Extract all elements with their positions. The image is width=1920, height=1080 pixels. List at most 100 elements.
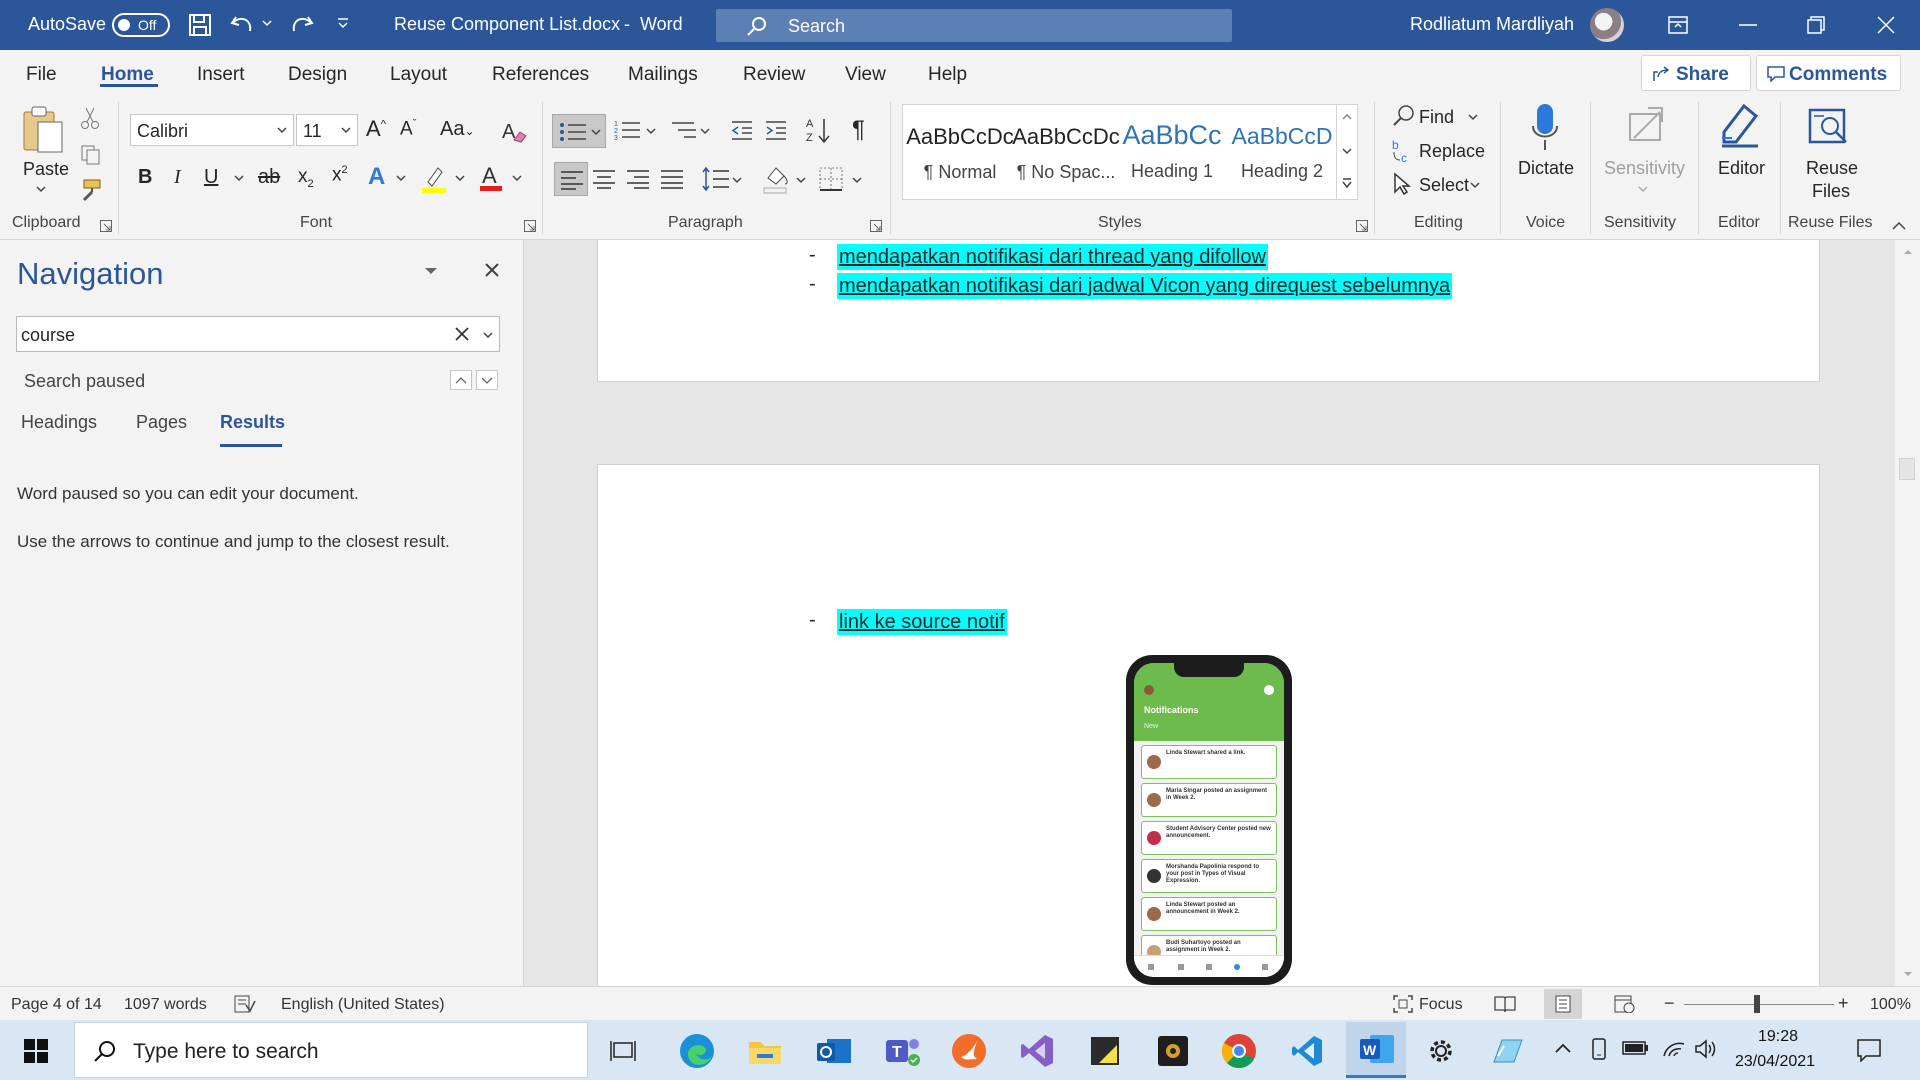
windows-start-icon[interactable] <box>13 1028 59 1074</box>
reuse-label-1[interactable]: Reuse <box>1806 158 1858 179</box>
word-count[interactable]: 1097 words <box>124 996 207 1014</box>
superscript-icon[interactable]: x2 <box>332 164 348 186</box>
zoom-slider-thumb[interactable] <box>1754 995 1760 1013</box>
line-spacing-icon[interactable] <box>700 166 730 192</box>
autosave-toggle[interactable]: Off <box>112 13 170 37</box>
search-options-icon[interactable] <box>483 331 493 339</box>
chevron-down-icon[interactable] <box>1470 181 1480 189</box>
font-launcher-icon[interactable] <box>524 220 536 232</box>
collapse-ribbon-icon[interactable] <box>1892 221 1906 231</box>
settings-gear-icon[interactable] <box>1418 1028 1464 1074</box>
paste-label[interactable]: Paste <box>23 159 69 180</box>
chevron-down-icon[interactable] <box>732 176 742 184</box>
share-button[interactable]: Share <box>1641 55 1751 91</box>
tab-mailings[interactable]: Mailings <box>628 64 698 86</box>
reuse-label-2[interactable]: Files <box>1812 181 1850 202</box>
zoom-out-button[interactable]: − <box>1664 993 1675 1014</box>
bullets-button[interactable] <box>552 114 606 148</box>
replace-icon[interactable]: bc <box>1390 138 1414 164</box>
avatar[interactable] <box>1590 8 1624 42</box>
paste-icon[interactable] <box>20 104 66 156</box>
zoom-level[interactable]: 100% <box>1870 996 1911 1014</box>
show-hidden-icons-icon[interactable] <box>1554 1042 1572 1054</box>
microphone-icon[interactable] <box>1530 102 1560 152</box>
nav-tab-pages[interactable]: Pages <box>136 412 187 433</box>
chevron-up-icon[interactable] <box>1342 113 1352 121</box>
file-explorer-icon[interactable] <box>742 1028 788 1074</box>
find-label[interactable]: Find <box>1419 107 1454 128</box>
teams-icon[interactable]: T <box>880 1028 926 1074</box>
tab-help[interactable]: Help <box>928 64 967 86</box>
strikethrough-icon[interactable]: ab <box>258 166 280 189</box>
battery-icon[interactable] <box>1622 1040 1650 1056</box>
navigation-search-input[interactable]: course <box>16 316 500 352</box>
style-no-spacing[interactable]: AaBbCcDc ¶ No Spac... <box>1012 110 1120 198</box>
notification-center-icon[interactable] <box>1856 1038 1882 1062</box>
clear-search-icon[interactable] <box>455 327 469 341</box>
grow-font-icon[interactable]: A^ <box>366 116 386 142</box>
redo-icon[interactable] <box>288 13 314 37</box>
page-count[interactable]: Page 4 of 14 <box>11 996 102 1014</box>
device-icon[interactable] <box>1590 1038 1608 1060</box>
text-effects-icon[interactable]: A <box>368 163 385 191</box>
undo-dropdown-icon[interactable] <box>262 19 272 27</box>
title-search-box[interactable]: Search <box>716 9 1232 42</box>
reuse-files-icon[interactable] <box>1806 104 1850 148</box>
select-label[interactable]: Select <box>1419 175 1469 196</box>
phone-screenshot-image[interactable]: Notifications New Linda Stewart shared a… <box>1126 655 1292 985</box>
replace-label[interactable]: Replace <box>1419 141 1485 162</box>
swift-playgrounds-icon[interactable] <box>946 1028 992 1074</box>
bold-icon[interactable]: B <box>138 166 152 189</box>
wifi-icon[interactable] <box>1662 1038 1686 1058</box>
font-name-combo[interactable]: Calibri <box>130 114 294 146</box>
pane-options-icon[interactable] <box>424 266 438 276</box>
font-size-combo[interactable]: 11 <box>296 114 358 146</box>
styles-launcher-icon[interactable] <box>1356 220 1368 232</box>
decrease-indent-icon[interactable] <box>730 120 754 140</box>
align-left-button[interactable] <box>554 162 588 196</box>
numbering-icon[interactable]: 123 <box>614 120 642 140</box>
snipping-tool-icon[interactable] <box>1484 1028 1530 1074</box>
chevron-down-icon[interactable] <box>646 127 656 135</box>
proofing-icon[interactable] <box>234 995 256 1013</box>
clipboard-launcher-icon[interactable] <box>100 220 112 232</box>
chevron-down-icon[interactable] <box>396 174 406 182</box>
align-center-icon[interactable] <box>592 169 616 189</box>
restore-icon[interactable] <box>1786 0 1846 50</box>
nav-tab-results[interactable]: Results <box>220 412 285 433</box>
app-icon[interactable] <box>1150 1028 1196 1074</box>
document-page[interactable]: - mendapatkan notifikasi dari thread yan… <box>597 240 1820 382</box>
font-color-icon[interactable]: A <box>478 162 504 192</box>
cut-icon[interactable] <box>80 106 100 130</box>
paste-dropdown-icon[interactable] <box>36 185 46 193</box>
format-painter-icon[interactable] <box>78 178 102 202</box>
previous-result-button[interactable] <box>450 370 472 390</box>
vscode-icon[interactable] <box>1284 1028 1330 1074</box>
taskbar-search-box[interactable]: Type here to search <box>74 1022 588 1078</box>
zoom-in-button[interactable]: + <box>1838 993 1849 1014</box>
tab-layout[interactable]: Layout <box>390 64 447 86</box>
vertical-scrollbar[interactable] <box>1895 240 1920 986</box>
justify-icon[interactable] <box>660 169 684 189</box>
chevron-down-icon[interactable] <box>796 176 806 184</box>
next-result-button[interactable] <box>476 370 498 390</box>
chevron-down-icon[interactable] <box>455 174 465 182</box>
word-taskbar-button[interactable]: W <box>1346 1022 1406 1078</box>
visual-studio-icon[interactable] <box>1014 1028 1060 1074</box>
nav-tab-headings[interactable]: Headings <box>21 412 97 433</box>
language[interactable]: English (United States) <box>281 996 445 1014</box>
align-right-icon[interactable] <box>626 169 650 189</box>
tab-home[interactable]: Home <box>101 64 154 86</box>
tab-references[interactable]: References <box>492 64 589 86</box>
scroll-down-icon[interactable] <box>1903 970 1913 978</box>
style-heading-2[interactable]: AaBbCcD Heading 2 <box>1226 110 1338 198</box>
copy-icon[interactable] <box>80 144 102 166</box>
undo-icon[interactable] <box>230 13 256 37</box>
user-name[interactable]: Rodliatum Mardliyah <box>1410 14 1574 35</box>
minimize-icon[interactable] <box>1718 0 1778 50</box>
change-case-icon[interactable]: Aa⌄ <box>440 118 475 141</box>
customize-toolbar-icon[interactable] <box>336 17 350 31</box>
underline-dropdown-icon[interactable] <box>234 174 244 182</box>
tab-design[interactable]: Design <box>288 64 347 86</box>
tab-view[interactable]: View <box>845 64 886 86</box>
